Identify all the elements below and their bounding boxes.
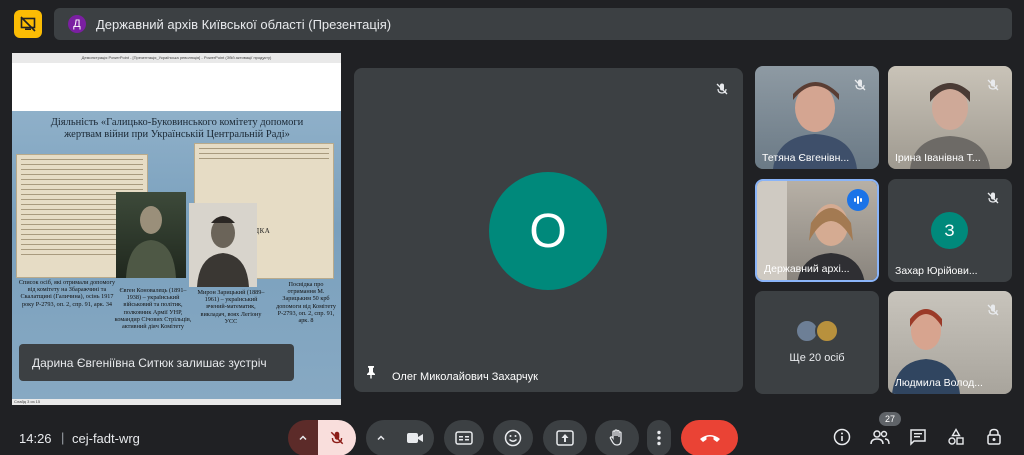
mic-options-button[interactable] [288, 420, 318, 455]
camera-icon [407, 433, 423, 443]
participant-tile[interactable]: Ірина Іванівна Т... [888, 66, 1012, 169]
powerpoint-window-title: Демонстрація PowerPoint - [Презентація_У… [12, 53, 341, 63]
slide-caption-certificate: Посвідка про отримання М. Зарицьким 50 к… [276, 281, 336, 325]
participant-avatar: З [931, 212, 968, 249]
top-bar: Д Державний архів Київської області (Пре… [0, 0, 1024, 48]
more-participants-avatars [795, 319, 839, 343]
participant-tile[interactable]: З Захар Юрійови... [888, 179, 1012, 282]
people-button[interactable] [869, 426, 891, 448]
activities-button[interactable] [945, 426, 967, 448]
mic-off-icon [982, 74, 1004, 96]
slide-caption-list: Список осіб, які отримали допомогу від к… [18, 279, 116, 308]
participants-count-badge: 27 [879, 412, 901, 426]
speaking-indicator-icon [847, 189, 869, 211]
chat-icon [910, 429, 926, 446]
participant-name: Олег Миколайович Захарчук [392, 371, 538, 383]
emoji-icon [504, 429, 522, 447]
mic-control [288, 420, 356, 455]
more-options-button[interactable] [647, 420, 671, 455]
hand-icon [609, 429, 622, 446]
participant-tile[interactable]: Тетяна Євгенівн... [755, 66, 879, 169]
reactions-button[interactable] [493, 420, 533, 455]
present-screen-icon [556, 430, 574, 446]
participant-name: Ірина Іванівна Т... [895, 152, 981, 164]
more-participants-label: Ще 20 осіб [789, 352, 845, 364]
mic-off-icon [849, 74, 871, 96]
meeting-title-bar: Д Державний архів Київської області (Пре… [54, 8, 1012, 40]
slide-heading: Діяльність «Галицько-Буковинського коміт… [50, 117, 304, 140]
captions-button[interactable] [444, 420, 484, 455]
meeting-details-button[interactable] [831, 426, 853, 448]
host-controls-button[interactable] [983, 426, 1005, 448]
participant-name: Захар Юрійови... [895, 265, 978, 277]
participant-tile-main[interactable]: О Олег Миколайович Захарчук [354, 68, 743, 392]
participant-name: Людмила Волод... [895, 377, 983, 389]
chat-button[interactable] [907, 426, 929, 448]
participant-tile[interactable]: Людмила Волод... [888, 291, 1012, 394]
konovalets-photo [116, 192, 186, 278]
closed-captions-icon [455, 431, 473, 445]
participant-tile-speaking[interactable]: Державний архі... [755, 179, 879, 282]
mic-off-icon [330, 431, 344, 445]
lock-person-icon [987, 428, 1001, 445]
participant-left-notification: Дарина Євгеніївна Ситюк залишає зустріч [19, 344, 294, 381]
camera-toggle-button[interactable] [396, 420, 434, 455]
slide-caption-zarytskyi: Мирон Зарицький (1889–1961) – українськи… [197, 289, 265, 325]
bottom-bar: 14:26 | cej-fadt-wrg [0, 418, 1024, 455]
presentation-icon[interactable] [14, 10, 42, 38]
more-vert-icon [657, 430, 661, 446]
powerpoint-status-bar: Слайд 3 из 15 [12, 399, 341, 405]
raise-hand-button[interactable] [595, 420, 639, 455]
meeting-title: Державний архів Київської області (Презе… [96, 16, 392, 32]
meeting-code: cej-fadt-wrg [72, 431, 140, 446]
separator: | [61, 430, 65, 445]
people-icon [870, 430, 890, 445]
mic-off-icon [982, 187, 1004, 209]
mic-toggle-button[interactable] [318, 420, 356, 455]
avatar [815, 319, 839, 343]
pin-icon[interactable] [364, 365, 378, 384]
participant-name: Державний архі... [764, 263, 850, 275]
activities-icon [948, 428, 964, 445]
more-participants-tile[interactable]: Ще 20 осіб [755, 291, 879, 394]
mic-off-icon [982, 299, 1004, 321]
camera-control [366, 420, 434, 455]
slide-caption-konovalets: Євген Коновалець (1891–1938) – українськ… [114, 287, 192, 331]
clock: 14:26 [19, 431, 52, 446]
hang-up-icon [699, 435, 720, 442]
present-button[interactable] [543, 420, 587, 455]
presenter-avatar: Д [68, 15, 86, 33]
camera-options-button[interactable] [366, 420, 396, 455]
zarytskyi-photo [189, 203, 257, 287]
participant-avatar: О [489, 172, 607, 290]
participant-name: Тетяна Євгенівн... [762, 152, 850, 164]
info-icon [833, 428, 851, 446]
mic-off-icon [711, 78, 733, 100]
leave-call-button[interactable] [681, 420, 738, 455]
